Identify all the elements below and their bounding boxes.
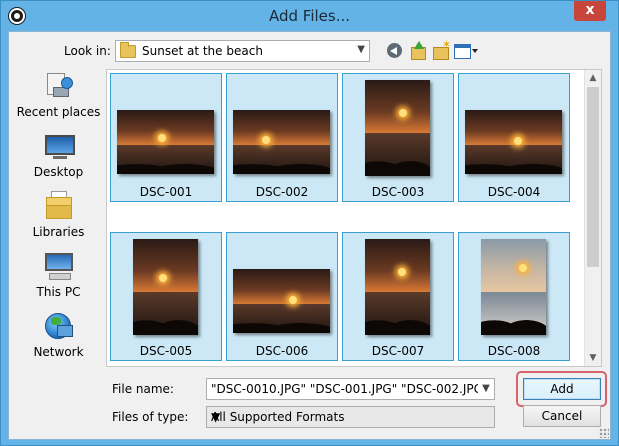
scrollbar-thumb[interactable] <box>587 87 599 267</box>
libraries-icon <box>43 191 75 221</box>
place-this-pc[interactable]: This PC <box>13 249 104 307</box>
photo-preview <box>465 110 562 174</box>
dialog-body: Look in: Sunset at the beach ▼ Recent pl… <box>8 31 611 440</box>
place-label: This PC <box>36 285 81 299</box>
file-name-label: File name: <box>112 382 174 396</box>
chevron-down-icon: ▼ <box>211 410 221 424</box>
chevron-down-icon[interactable]: ▼ <box>478 379 494 399</box>
vertical-scrollbar[interactable]: ▲ ▼ <box>584 70 601 366</box>
photo-preview <box>133 239 198 335</box>
new-folder-icon[interactable] <box>431 38 451 61</box>
file-thumbnail[interactable]: DSC-001 <box>110 73 222 202</box>
place-recent-places[interactable]: Recent places <box>13 69 104 127</box>
file-name: DSC-007 <box>371 344 425 358</box>
add-button[interactable]: Add <box>523 378 601 400</box>
photo-preview <box>365 80 430 176</box>
close-button[interactable]: x <box>574 1 606 21</box>
look-in-dropdown[interactable]: Sunset at the beach ▼ <box>115 40 370 62</box>
up-folder-icon[interactable] <box>408 41 428 61</box>
file-thumbnail[interactable]: DSC-006 <box>226 232 338 361</box>
photo-preview <box>233 110 330 174</box>
file-name: DSC-002 <box>255 185 309 199</box>
scroll-up-icon[interactable]: ▲ <box>585 70 601 86</box>
window-title: Add Files... <box>268 7 351 25</box>
file-thumbnail[interactable]: DSC-008 <box>458 232 570 361</box>
file-thumbnail[interactable]: DSC-004 <box>458 73 570 202</box>
photo-preview <box>365 239 430 335</box>
file-name: DSC-003 <box>371 185 425 199</box>
place-label: Desktop <box>33 165 84 179</box>
view-menu-icon[interactable] <box>453 41 479 61</box>
photo-preview <box>117 110 214 174</box>
file-thumbnail[interactable]: DSC-005 <box>110 232 222 361</box>
this-pc-icon <box>43 251 75 281</box>
file-name-value: "DSC-0010.JPG" "DSC-001.JPG" "DSC-002.JP… <box>211 382 495 396</box>
place-label: Libraries <box>32 225 85 239</box>
folder-icon <box>120 42 136 58</box>
file-thumbnail[interactable]: DSC-003 <box>342 73 454 202</box>
title-bar[interactable]: Add Files... x <box>1 1 618 31</box>
place-libraries[interactable]: Libraries <box>13 189 104 247</box>
file-name-input[interactable]: "DSC-0010.JPG" "DSC-001.JPG" "DSC-002.JP… <box>206 378 495 400</box>
place-label: Network <box>33 345 84 359</box>
place-network[interactable]: Network <box>13 309 104 367</box>
file-name: DSC-001 <box>139 185 193 199</box>
places-bar: Recent places Desktop Libraries This PC … <box>13 69 104 367</box>
look-in-value: Sunset at the beach <box>142 44 263 58</box>
file-name: DSC-006 <box>255 344 309 358</box>
resize-grip-icon[interactable] <box>599 428 609 438</box>
look-in-label: Look in: <box>64 44 111 58</box>
photo-preview <box>481 239 546 335</box>
add-files-dialog: Add Files... x Look in: Sunset at the be… <box>0 0 619 446</box>
file-name: DSC-005 <box>139 344 193 358</box>
file-view[interactable]: ▲ ▼ DSC-001 DSC-002 DSC-003 DSC-004 DSC-005 D… <box>106 69 602 367</box>
chevron-down-icon: ▼ <box>357 44 365 55</box>
file-thumbnail[interactable]: DSC-002 <box>226 73 338 202</box>
network-icon <box>43 311 75 341</box>
back-icon[interactable] <box>385 41 405 61</box>
place-desktop[interactable]: Desktop <box>13 129 104 187</box>
files-of-type-label: Files of type: <box>112 410 189 424</box>
files-of-type-dropdown[interactable]: All Supported Formats ▼ <box>206 406 495 428</box>
place-label: Recent places <box>16 105 101 119</box>
file-thumbnail[interactable]: DSC-007 <box>342 232 454 361</box>
scroll-down-icon[interactable]: ▼ <box>585 350 601 366</box>
cancel-button[interactable]: Cancel <box>523 405 601 427</box>
desktop-icon <box>43 131 75 161</box>
file-name: DSC-004 <box>487 185 541 199</box>
file-name: DSC-008 <box>487 344 541 358</box>
photo-preview <box>233 269 330 333</box>
recent-places-icon <box>43 71 75 101</box>
